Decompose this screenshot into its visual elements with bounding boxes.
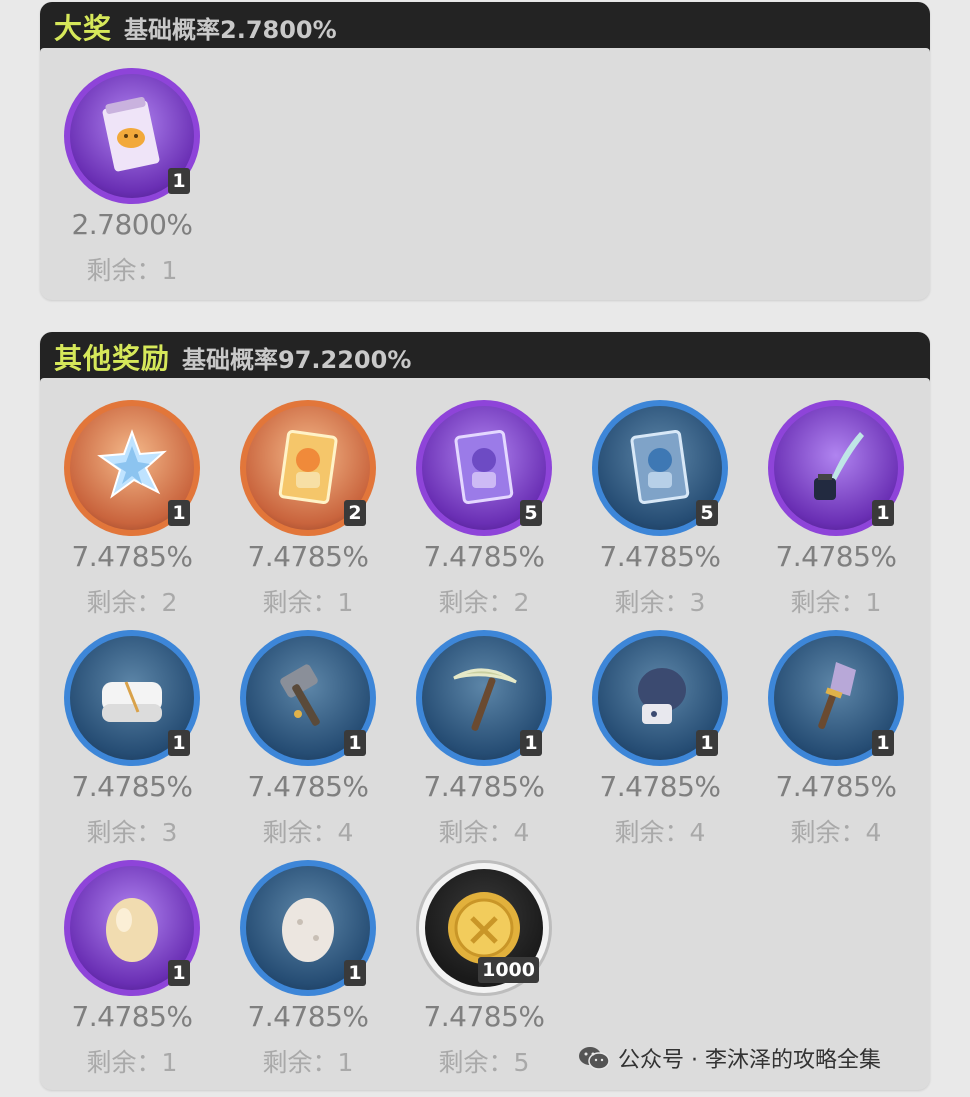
- reward-item[interactable]: 2 7.4785% 剩余：1: [216, 400, 386, 617]
- item-count-badge: 1: [168, 960, 190, 986]
- item-probability: 7.4785%: [71, 1000, 193, 1033]
- gold-card-icon: [278, 430, 338, 505]
- reward-item[interactable]: 1 7.4785% 剩余：1: [744, 400, 914, 617]
- crystal-icon: [97, 429, 167, 499]
- reward-item[interactable]: 1 2.7800% 剩余：1: [40, 68, 210, 285]
- reward-icon-frame: 5: [592, 400, 728, 536]
- other-rewards-section: 其他奖励 基础概率97.2200% 1 7.4785% 剩余：2 2 7.4785% 剩余…: [40, 332, 930, 1090]
- reward-icon-frame: 1: [416, 630, 552, 766]
- purple-card-icon: [454, 430, 514, 505]
- item-probability: 2.7800%: [71, 208, 193, 241]
- item-count-badge: 1: [168, 730, 190, 756]
- item-count-badge: 1: [344, 960, 366, 986]
- reward-item[interactable]: 1 7.4785% 剩余：4: [744, 630, 914, 847]
- pickaxe-icon: [453, 668, 517, 731]
- grand-prize-title: 大奖: [54, 12, 113, 45]
- reward-icon-frame: 1: [64, 68, 200, 204]
- item-probability: 7.4785%: [71, 770, 193, 803]
- item-remaining: 剩余：3: [614, 588, 706, 617]
- reward-icon-frame: 1: [592, 630, 728, 766]
- item-count-badge: 5: [696, 500, 718, 526]
- grand-prize-rate: 基础概率2.7800%: [124, 15, 337, 44]
- item-probability: 7.4785%: [775, 770, 897, 803]
- watermark: 公众号 · 李沐泽的攻略全集: [578, 1042, 881, 1074]
- item-remaining: 剩余：4: [790, 818, 882, 847]
- reward-item[interactable]: 1 7.4785% 剩余：4: [392, 630, 562, 847]
- item-probability: 7.4785%: [247, 1000, 369, 1033]
- ticket-icon: [102, 96, 160, 172]
- towel-icon: [102, 681, 162, 722]
- wechat-icon: [579, 1047, 610, 1070]
- reward-item[interactable]: 5 7.4785% 剩余：3: [568, 400, 738, 617]
- hammer-icon: [280, 664, 320, 726]
- item-count-badge: 1000: [478, 957, 539, 983]
- other-rewards-title: 其他奖励: [54, 342, 171, 375]
- reward-item[interactable]: 5 7.4785% 剩余：2: [392, 400, 562, 617]
- reward-icon-frame: 5: [416, 400, 552, 536]
- item-probability: 7.4785%: [247, 770, 369, 803]
- blue-card-icon: [630, 430, 690, 505]
- item-count-badge: 1: [520, 730, 542, 756]
- reward-item[interactable]: 1 7.4785% 剩余：1: [40, 860, 210, 1077]
- watermark-text: 公众号 · 李沐泽的攻略全集: [618, 1048, 881, 1073]
- item-remaining: 剩余：1: [790, 588, 882, 617]
- item-remaining: 剩余：1: [262, 588, 354, 617]
- reward-item[interactable]: 1 7.4785% 剩余：3: [40, 630, 210, 847]
- item-probability: 7.4785%: [71, 540, 193, 573]
- shovel-icon: [818, 662, 856, 729]
- reward-icon-frame: 1: [768, 630, 904, 766]
- other-rewards-rate: 基础概率97.2200%: [182, 345, 412, 374]
- quill-ink-icon: [814, 432, 864, 500]
- white-egg-icon: [282, 898, 334, 962]
- item-count-badge: 2: [344, 500, 366, 526]
- reward-icon-frame: 2: [240, 400, 376, 536]
- item-probability: 7.4785%: [423, 1000, 545, 1033]
- item-remaining: 剩余：1: [86, 256, 178, 285]
- item-remaining: 剩余：4: [438, 818, 530, 847]
- reward-icon-frame: 1: [240, 630, 376, 766]
- item-probability: 7.4785%: [599, 540, 721, 573]
- item-probability: 7.4785%: [775, 540, 897, 573]
- item-probability: 7.4785%: [423, 540, 545, 573]
- reward-item[interactable]: 1000 7.4785% 剩余：5: [392, 860, 562, 1077]
- item-remaining: 剩余：5: [438, 1048, 530, 1077]
- item-count-badge: 5: [520, 500, 542, 526]
- reward-icon-frame: 1: [64, 630, 200, 766]
- reward-icon-frame: 1: [64, 400, 200, 536]
- grand-prize-header: 大奖 基础概率2.7800%: [40, 2, 930, 52]
- item-probability: 7.4785%: [599, 770, 721, 803]
- reward-item[interactable]: 1 7.4785% 剩余：4: [216, 630, 386, 847]
- item-count-badge: 1: [872, 730, 894, 756]
- item-count-badge: 1: [872, 500, 894, 526]
- item-count-badge: 1: [696, 730, 718, 756]
- item-probability: 7.4785%: [423, 770, 545, 803]
- item-remaining: 剩余：4: [614, 818, 706, 847]
- item-count-badge: 1: [168, 168, 190, 194]
- reward-icon-frame: 1: [64, 860, 200, 996]
- reward-item[interactable]: 1 7.4785% 剩余：2: [40, 400, 210, 617]
- item-remaining: 剩余：2: [438, 588, 530, 617]
- other-rewards-header: 其他奖励 基础概率97.2200%: [40, 332, 930, 382]
- item-count-badge: 1: [344, 730, 366, 756]
- item-remaining: 剩余：4: [262, 818, 354, 847]
- reward-icon-frame: 1000: [416, 860, 552, 996]
- item-probability: 7.4785%: [247, 540, 369, 573]
- item-remaining: 剩余：3: [86, 818, 178, 847]
- item-count-badge: 1: [168, 500, 190, 526]
- glove-icon: [638, 668, 686, 724]
- item-remaining: 剩余：2: [86, 588, 178, 617]
- reward-icon-frame: 1: [240, 860, 376, 996]
- item-remaining: 剩余：1: [86, 1048, 178, 1077]
- reward-item[interactable]: 1 7.4785% 剩余：4: [568, 630, 738, 847]
- item-remaining: 剩余：1: [262, 1048, 354, 1077]
- reward-icon-frame: 1: [768, 400, 904, 536]
- reward-item[interactable]: 1 7.4785% 剩余：1: [216, 860, 386, 1077]
- grand-prize-section: 大奖 基础概率2.7800% 1 2.7800% 剩余：1: [40, 2, 930, 300]
- yellow-egg-icon: [106, 898, 158, 962]
